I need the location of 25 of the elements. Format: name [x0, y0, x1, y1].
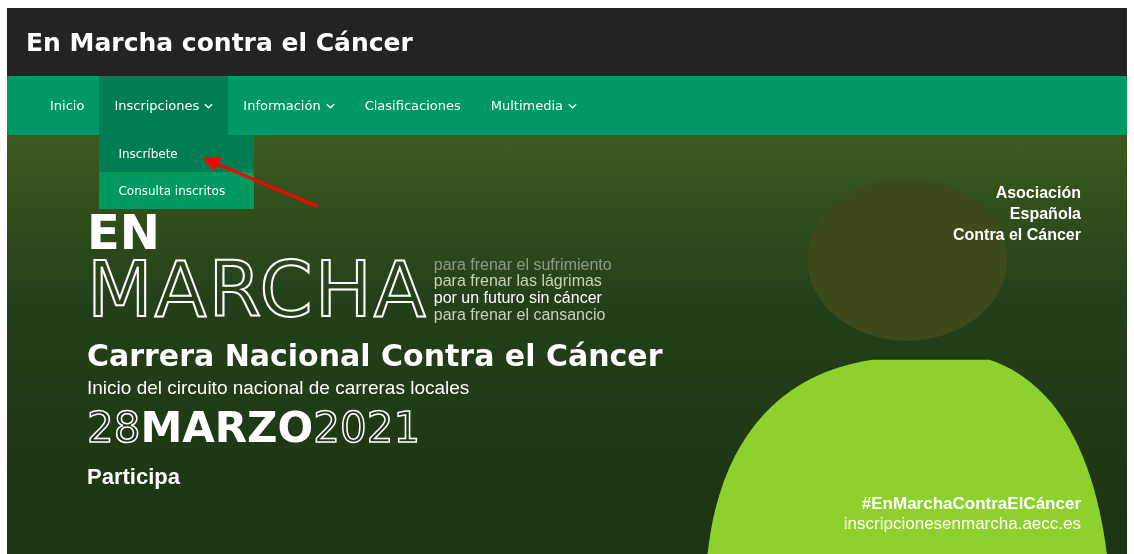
nav-item[interactable]: Multimedia: [475, 76, 592, 135]
banner-subtitle: Inicio del circuito nacional de carreras locales: [87, 377, 471, 400]
banner-title: Carrera Nacional Contra el Cáncer: [87, 338, 663, 374]
tagline: para frenar el sufrimiento: [433, 256, 612, 274]
hashtag-text: #EnMarchaContraElCáncer: [861, 494, 1081, 514]
nav-item[interactable]: Clasificaciones: [349, 76, 476, 135]
dropdown-item[interactable]: Consulta inscritos: [99, 172, 255, 209]
nav-item[interactable]: Inicio: [35, 76, 100, 135]
nav-item[interactable]: Información: [228, 76, 350, 135]
date-text: 28: [87, 405, 141, 452]
tagline: por un futuro sin cáncer: [433, 290, 603, 308]
tagline: para frenar el cansancio: [433, 307, 607, 324]
website-url: inscripcionesenmarcha.aecc.es: [843, 514, 1081, 534]
tagline: para frenar las lágrimas: [433, 273, 603, 291]
dropdown-item[interactable]: Inscríbete: [99, 135, 255, 172]
site-title[interactable]: En Marcha contra el Cáncer: [26, 27, 413, 57]
logo-text: EN: [87, 211, 160, 255]
organization-name: Contra el Cáncer: [952, 224, 1081, 245]
nav-item[interactable]: Inscripciones: [99, 76, 229, 135]
date-text: 2021: [313, 405, 421, 452]
date-text: MARZO: [140, 405, 314, 452]
participate-text: Participa: [87, 463, 181, 490]
organization-name: Asociación: [994, 183, 1081, 203]
logo-text: MARCHA: [87, 254, 428, 327]
organization-name: Española: [1008, 203, 1081, 224]
